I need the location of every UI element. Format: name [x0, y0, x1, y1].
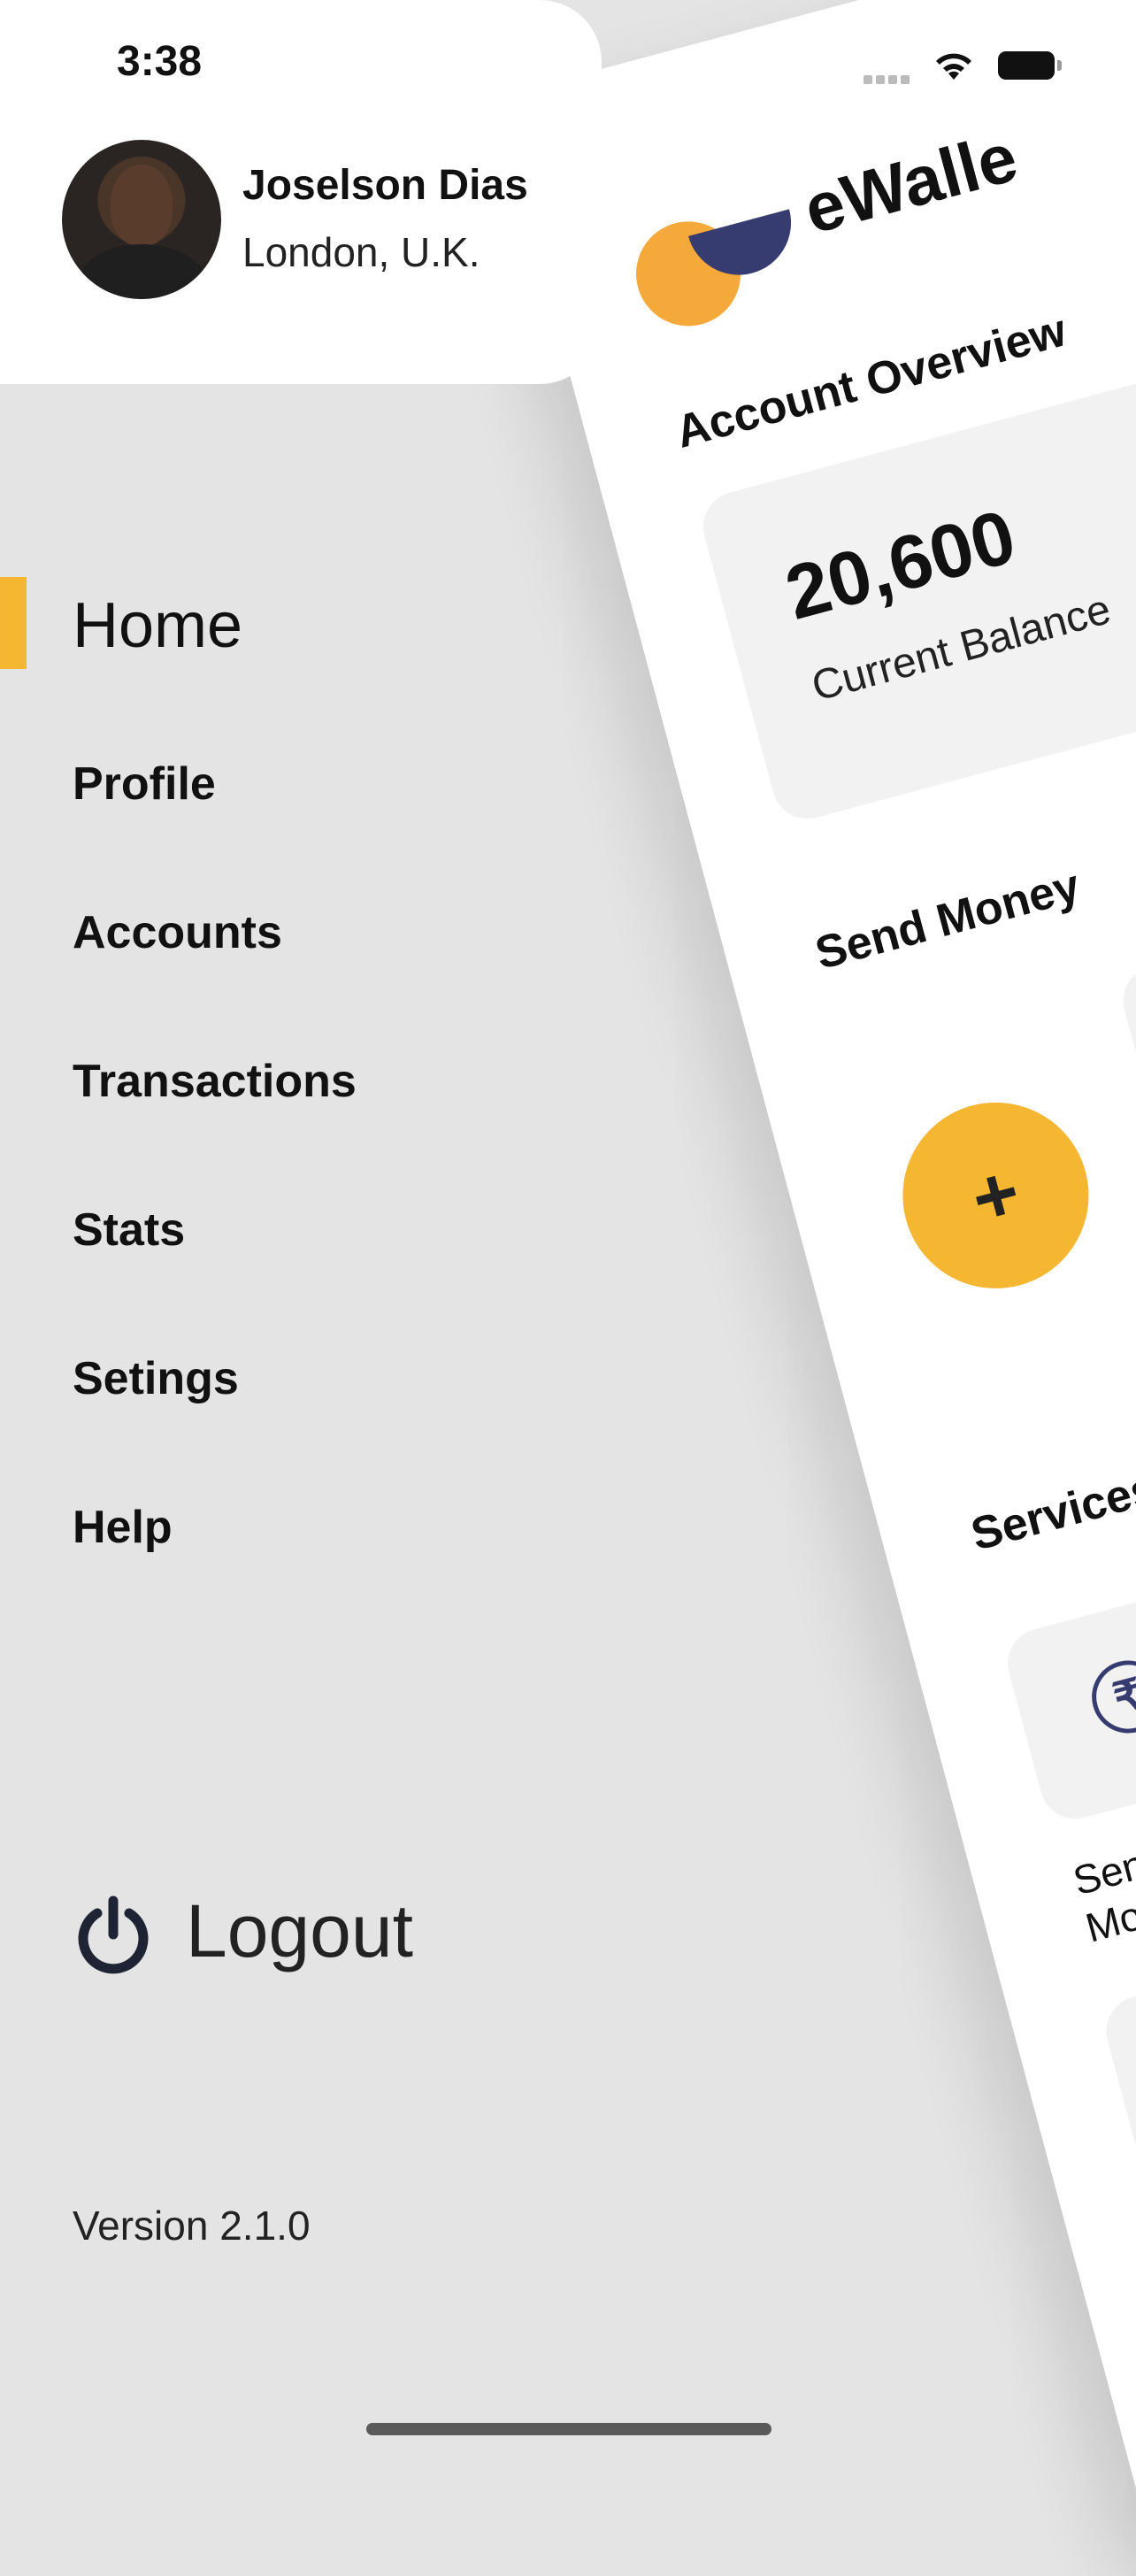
menu-item-accounts[interactable]: Accounts [73, 906, 282, 959]
main-screen-preview[interactable]: eWalle Account Overview 20,600 Current B… [495, 0, 1136, 2576]
service-send-money-card[interactable]: ₹ ↑ [1000, 1583, 1136, 1827]
service-card-2[interactable] [1098, 1950, 1136, 2195]
power-icon [78, 1895, 149, 1974]
avatar[interactable] [62, 140, 221, 299]
rupee-send-icon: ₹ [1083, 1652, 1136, 1742]
avatar-face [111, 165, 173, 246]
app-title: eWalle [795, 117, 1025, 249]
user-location: London, U.K. [242, 229, 480, 275]
wifi-icon [936, 53, 971, 80]
profile-card: 3:38 Joselson Dias London, U.K. [0, 0, 602, 384]
add-contact-button[interactable]: + [881, 1081, 1110, 1310]
app-version: Version 2.1.0 [73, 2203, 311, 2249]
menu-item-settings[interactable]: Setings [73, 1352, 239, 1405]
status-icons [864, 48, 1076, 84]
menu-item-transactions[interactable]: Transactions [73, 1055, 357, 1108]
menu-item-help[interactable]: Help [73, 1501, 173, 1554]
send-money-title: Send Money [810, 859, 1086, 980]
services-title: Services [965, 1462, 1136, 1561]
service-send-money-label: Send Money [1068, 1834, 1136, 1951]
plus-icon: + [962, 1146, 1029, 1243]
active-menu-indicator [0, 577, 27, 669]
avatar-body [78, 244, 207, 299]
menu-item-profile[interactable]: Profile [73, 757, 216, 811]
status-time: 3:38 [117, 38, 203, 85]
home-indicator[interactable] [366, 2423, 771, 2435]
menu-item-home[interactable]: Home [73, 589, 242, 662]
contact-card[interactable] [1115, 879, 1136, 1335]
user-name: Joselson Dias [242, 162, 528, 209]
menu-item-stats[interactable]: Stats [73, 1203, 185, 1257]
logout-label: Logout [186, 1889, 413, 1972]
cellular-signal-icon [864, 73, 917, 84]
battery-icon [998, 51, 1062, 80]
